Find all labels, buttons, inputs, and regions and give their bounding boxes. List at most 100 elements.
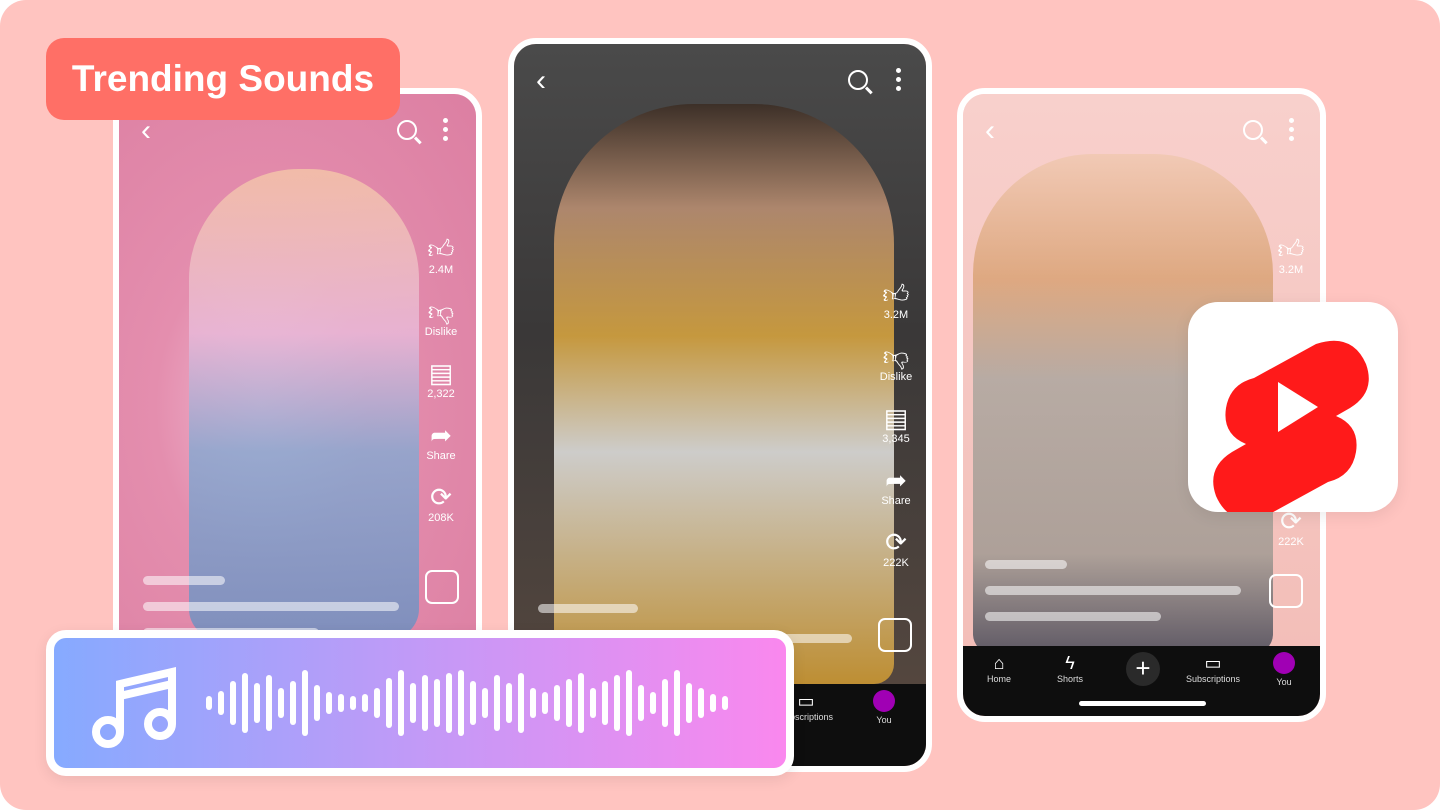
wave-bar: [674, 670, 680, 736]
promo-canvas: ‹ 👍︎ 2.4M 👎︎ Dislike ▤ 2,322 ➦ Share ⟳ 208K ‹: [0, 0, 1440, 810]
shorts-icon: ϟ: [1065, 653, 1075, 673]
wave-bar: [482, 688, 488, 718]
wave-bar: [398, 670, 404, 736]
wave-bar: [494, 675, 500, 731]
more-icon[interactable]: [1289, 118, 1294, 145]
like-button[interactable]: 👍︎ 3.2M: [1277, 234, 1304, 276]
wave-bar: [278, 688, 284, 718]
wave-bar: [638, 685, 644, 721]
share-button[interactable]: ➦ Share: [881, 465, 910, 507]
wave-bar: [542, 692, 548, 714]
wave-bar: [326, 692, 332, 714]
share-icon: ➦: [430, 420, 452, 450]
nav-you[interactable]: You: [1249, 652, 1319, 687]
home-icon: ⌂: [993, 653, 1005, 673]
sound-bar: [46, 630, 794, 776]
remix-icon: ⟳: [885, 527, 907, 557]
dislike-button[interactable]: 👎︎ Dislike: [425, 296, 457, 338]
like-button[interactable]: 👍︎ 2.4M: [427, 234, 454, 276]
wave-bar: [626, 670, 632, 736]
wave-bar: [710, 694, 716, 712]
create-button[interactable]: +: [1126, 652, 1160, 686]
wave-bar: [374, 688, 380, 718]
person-photo: [554, 104, 894, 684]
wave-bar: [218, 691, 224, 715]
wave-bar: [242, 673, 248, 733]
wave-bar: [266, 675, 272, 731]
comment-icon: ▤: [883, 403, 909, 433]
back-icon[interactable]: ‹: [536, 66, 546, 96]
waveform: [206, 638, 766, 768]
nav-you[interactable]: You: [849, 690, 919, 725]
wave-bar: [602, 681, 608, 725]
share-icon: ➦: [885, 465, 907, 495]
search-icon[interactable]: [1243, 120, 1263, 140]
wave-bar: [290, 681, 296, 725]
wave-bar: [662, 679, 668, 727]
wave-bar: [314, 685, 320, 721]
wave-bar: [422, 675, 428, 731]
sound-thumbnail[interactable]: [878, 618, 912, 652]
youtube-shorts-logo: [1188, 302, 1398, 520]
avatar: [1273, 652, 1295, 674]
more-icon[interactable]: [443, 118, 448, 145]
back-icon[interactable]: ‹: [141, 116, 151, 146]
sound-thumbnail[interactable]: [425, 570, 459, 604]
phone-left: ‹ 👍︎ 2.4M 👎︎ Dislike ▤ 2,322 ➦ Share ⟳ 208K: [113, 88, 482, 668]
comment-icon: ▤: [428, 358, 454, 388]
wave-bar: [254, 683, 260, 723]
wave-bar: [530, 688, 536, 718]
wave-bar: [518, 673, 524, 733]
search-icon[interactable]: [397, 120, 417, 140]
wave-bar: [722, 696, 728, 710]
thumbs-down-icon: 👎︎: [427, 296, 455, 326]
wave-bar: [206, 696, 212, 710]
wave-bar: [446, 673, 452, 733]
wave-bar: [506, 683, 512, 723]
remix-button[interactable]: ⟳ 208K: [428, 482, 454, 524]
wave-bar: [566, 679, 572, 727]
wave-bar: [470, 681, 476, 725]
wave-bar: [338, 694, 344, 712]
nav-home[interactable]: ⌂ Home: [964, 652, 1034, 684]
nav-shorts[interactable]: ϟ Shorts: [1035, 652, 1105, 684]
remix-button[interactable]: ⟳ 222K: [1278, 506, 1304, 548]
subscriptions-icon: ▭: [797, 691, 815, 711]
nav-subscriptions[interactable]: ▭ Subscriptions: [1178, 652, 1248, 684]
bottom-nav: ⌂ Home ϟ Shorts + ▭ Subscriptions You: [963, 646, 1320, 716]
wave-bar: [686, 683, 692, 723]
back-icon[interactable]: ‹: [985, 116, 995, 146]
title-badge: Trending Sounds: [46, 38, 400, 120]
home-indicator: [1079, 701, 1206, 706]
comment-button[interactable]: ▤ 3,345: [882, 403, 910, 445]
wave-bar: [230, 681, 236, 725]
thumbs-down-icon: 👎︎: [882, 341, 910, 371]
sound-thumbnail[interactable]: [1269, 574, 1303, 608]
wave-bar: [650, 692, 656, 714]
subscriptions-icon: ▭: [1204, 653, 1222, 673]
comment-button[interactable]: ▤ 2,322: [427, 358, 455, 400]
remix-icon: ⟳: [430, 482, 452, 512]
thumbs-up-icon: 👍︎: [882, 279, 910, 309]
video-screen: ‹ 👍︎ 2.4M 👎︎ Dislike ▤ 2,322 ➦ Share ⟳ 208K: [119, 94, 476, 662]
person-photo: [189, 169, 419, 639]
avatar: [873, 690, 895, 712]
wave-bar: [434, 679, 440, 727]
wave-bar: [554, 685, 560, 721]
music-note-icon: [92, 666, 176, 748]
remix-button[interactable]: ⟳ 222K: [883, 527, 909, 569]
share-button[interactable]: ➦ Share: [426, 420, 455, 462]
like-button[interactable]: 👍︎ 3.2M: [882, 279, 909, 321]
dislike-button[interactable]: 👎︎ Dislike: [880, 341, 912, 383]
wave-bar: [410, 683, 416, 723]
more-icon[interactable]: [896, 68, 901, 95]
wave-bar: [698, 688, 704, 718]
search-icon[interactable]: [848, 70, 868, 90]
wave-bar: [350, 696, 356, 710]
wave-bar: [590, 688, 596, 718]
wave-bar: [578, 673, 584, 733]
wave-bar: [458, 670, 464, 736]
wave-bar: [386, 678, 392, 728]
wave-bar: [302, 670, 308, 736]
thumbs-up-icon: 👍︎: [427, 234, 455, 264]
